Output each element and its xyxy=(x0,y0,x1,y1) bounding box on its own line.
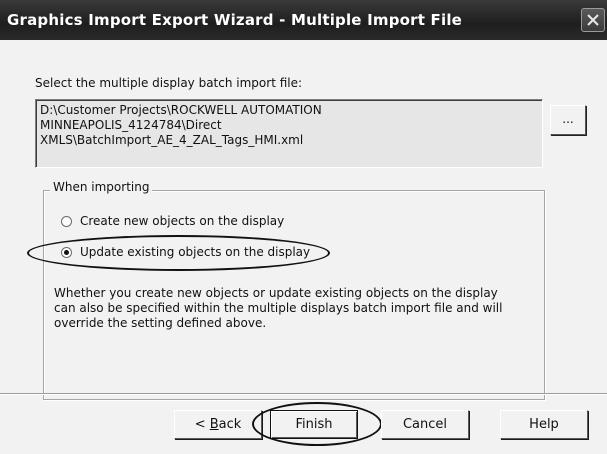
back-mnemonic: B xyxy=(209,417,219,432)
radio-create-new[interactable]: Create new objects on the display xyxy=(61,212,284,230)
browse-button[interactable]: ... xyxy=(550,105,586,135)
radio-label: Create new objects on the display xyxy=(80,214,285,228)
finish-button[interactable]: Finish xyxy=(270,410,358,439)
window-title: Graphics Import Export Wizard - Multiple… xyxy=(7,11,463,29)
separator-highlight xyxy=(0,394,607,395)
close-button[interactable] xyxy=(581,8,605,32)
back-label-rest: ack xyxy=(218,417,242,432)
file-path-line: XMLS\BatchImport_AE_4_ZAL_Tags_HMI.xml xyxy=(40,133,304,147)
description-line: Whether you create new objects or update… xyxy=(54,286,498,300)
radio-update-existing[interactable]: Update existing objects on the display xyxy=(61,243,310,261)
back-arrow-text: < xyxy=(194,417,210,432)
radio-label: Update existing objects on the display xyxy=(80,245,311,259)
file-prompt-label: Select the multiple display batch import… xyxy=(35,76,303,90)
description-line: override the setting defined above. xyxy=(54,316,267,330)
back-button[interactable]: < Back xyxy=(174,410,262,439)
file-path-line: D:\Customer Projects\ROCKWELL AUTOMATION xyxy=(40,103,322,117)
dialog-body: Select the multiple display batch import… xyxy=(0,40,607,454)
title-bar: Graphics Import Export Wizard - Multiple… xyxy=(0,0,607,40)
help-button[interactable]: Help xyxy=(500,410,588,439)
radio-button-selected[interactable] xyxy=(61,246,72,258)
file-path-line: MINNEAPOLIS_4124784\Direct xyxy=(40,118,222,132)
import-description: Whether you create new objects or update… xyxy=(54,286,534,331)
file-path-field[interactable]: D:\Customer Projects\ROCKWELL AUTOMATION… xyxy=(35,99,543,168)
cancel-button[interactable]: Cancel xyxy=(381,410,469,439)
close-icon xyxy=(587,14,599,26)
import-options-label: When importing xyxy=(50,180,153,194)
radio-button[interactable] xyxy=(61,215,72,227)
description-line: can also be specified within the multipl… xyxy=(54,301,503,315)
